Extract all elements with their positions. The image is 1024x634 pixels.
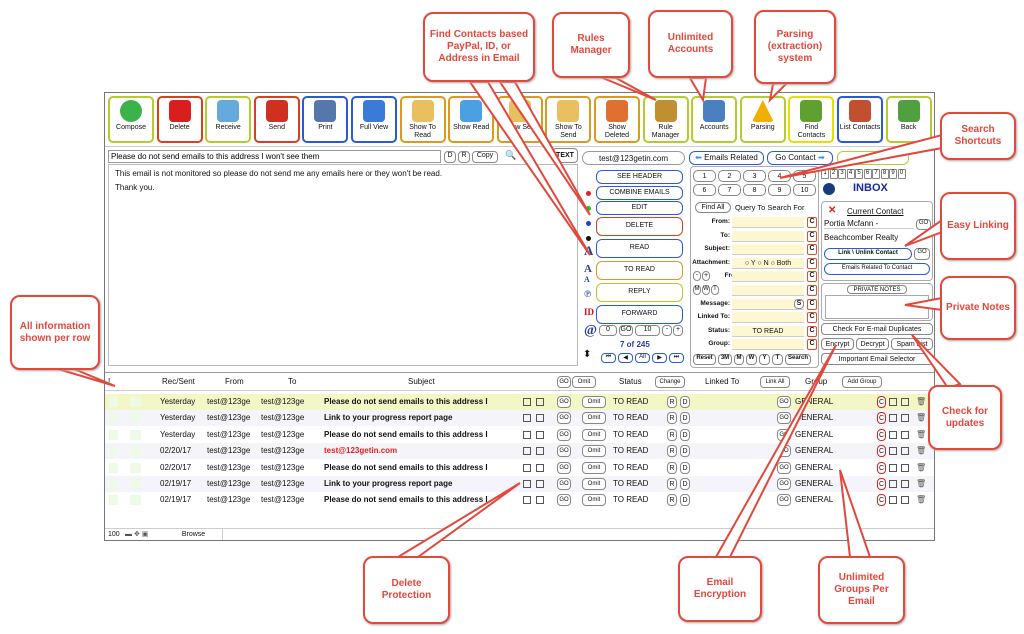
callout-arrow bbox=[688, 77, 708, 103]
callout-arrow bbox=[839, 469, 872, 558]
callout-arrow bbox=[911, 334, 962, 390]
callout-easy-linking: Easy Linking bbox=[940, 192, 1016, 260]
callout-parsing: Parsing (extraction) system bbox=[754, 10, 836, 84]
callout-arrow bbox=[394, 482, 521, 558]
callout-arrow bbox=[904, 218, 943, 247]
callout-all-info: All information shown per row bbox=[10, 295, 100, 370]
callout-arrow bbox=[57, 368, 116, 387]
callout-email-encryption: Email Encryption bbox=[678, 556, 762, 622]
callout-delete-protection: Delete Protection bbox=[363, 556, 450, 624]
callout-arrows bbox=[57, 75, 962, 558]
callout-private-notes: Private Notes bbox=[940, 276, 1016, 340]
callout-unlimited-accounts: Unlimited Accounts bbox=[648, 10, 733, 78]
callout-arrow bbox=[714, 344, 837, 558]
callout-arrow bbox=[779, 133, 943, 179]
callout-search-shortcuts: Search Shortcuts bbox=[940, 112, 1016, 160]
callout-find-contacts: Find Contacts based PayPal, ID, or Addre… bbox=[423, 12, 535, 82]
callout-rules-manager: Rules Manager bbox=[552, 12, 630, 78]
callout-arrow bbox=[904, 296, 943, 312]
callout-arrow bbox=[498, 81, 591, 216]
callout-arrow bbox=[597, 75, 657, 101]
callout-check-updates: Check for updates bbox=[928, 385, 1002, 450]
callout-unlimited-groups: Unlimited Groups Per Email bbox=[818, 556, 905, 624]
